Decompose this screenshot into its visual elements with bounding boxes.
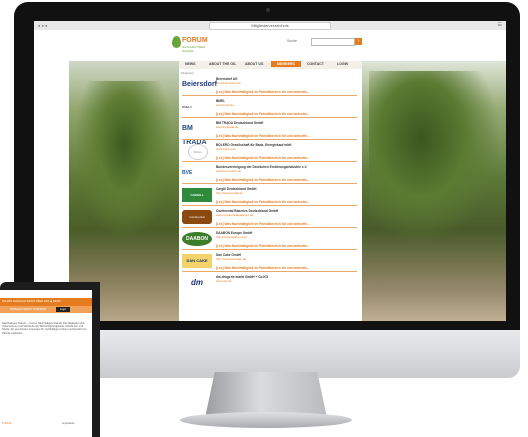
breadcrumb: Mitglieder (181, 71, 195, 75)
nav-login[interactable]: LOGIN (337, 62, 348, 66)
divider (182, 271, 357, 272)
laptop-body-text: Nachhaltiges Palmöl — Forum Nachhaltiges… (2, 322, 87, 335)
nav-members[interactable]: MEMBERS (271, 61, 301, 67)
list-item[interactable]: BMELV BMEL www.bmel.de [Lex] Was Nachhal… (182, 98, 357, 118)
member-link[interactable]: www.dm.de (216, 279, 232, 283)
member-statement-link[interactable]: [Lex] Was Nachhaltigkeit im Palmölbereic… (216, 90, 309, 94)
login-button[interactable]: Login (56, 307, 70, 312)
palm-fronds-left (74, 81, 174, 241)
list-item[interactable]: Continental Continental Bakeries Deutsch… (182, 208, 357, 228)
camera-icon (266, 8, 270, 12)
member-logo: Beiersdorf (182, 81, 218, 88)
divider (182, 95, 357, 96)
logo-subtitle: NACHHALTIGES PALMÖL (182, 45, 206, 53)
list-item[interactable]: Beiersdorf Beiersdorf AG www.beiersdorf.… (182, 76, 357, 96)
member-link[interactable]: www.bve-online.de (216, 169, 241, 173)
divider (182, 227, 357, 228)
member-logo: BM TRADA (182, 125, 207, 146)
list-item[interactable]: DAN CAKE Dan Cake GmbH http://www.dancak… (182, 252, 357, 272)
nav-about-oil[interactable]: ABOUT THE OIL (209, 62, 236, 66)
palm-fronds-right (369, 71, 499, 241)
laptop-footer-right[interactable]: Impressum (62, 422, 75, 425)
list-item[interactable]: dm dm-drogerie markt GmbH + Co.KG www.dm… (182, 274, 357, 294)
site-header (34, 30, 506, 61)
member-link[interactable]: www.beiersdorf.de (216, 81, 241, 85)
member-link[interactable]: www.bmel.de (216, 103, 234, 107)
site-logo[interactable]: FORUM NACHHALTIGES PALMÖL (172, 34, 208, 56)
search-label: Suche (287, 39, 297, 43)
laptop-subnav: NACHHALTIGKEIT FÖRDERN (0, 306, 92, 313)
member-logo: BMELV (182, 105, 192, 109)
member-logo: DAABON (182, 232, 212, 246)
laptop-footer-left: FORUM (2, 422, 12, 425)
member-statement-link[interactable]: [Lex] Was Nachhaltigkeit im Palmölbereic… (216, 222, 309, 226)
divider (182, 249, 357, 250)
laptop-nav-items[interactable]: PALMÖL NACHHALTIGKEIT ÜBER UNS ◉ NEWS (2, 300, 61, 303)
window-controls[interactable]: ● ● ● (38, 23, 47, 28)
drop-icon (172, 36, 181, 48)
member-link[interactable]: www.bolero.de (216, 147, 236, 151)
nav-news[interactable]: NEWS (185, 62, 196, 66)
list-item[interactable]: Bolero BOLERO Gesellschaft für Bank- Ene… (182, 142, 357, 162)
list-item[interactable]: BM TRADA BM TRADA Deutschland GmbH www.b… (182, 120, 357, 146)
member-logo: DAN CAKE (182, 254, 212, 268)
main-nav: NEWS ABOUT THE OIL ABOUT US MEMBERS CONT… (179, 61, 362, 69)
member-link[interactable]: www.bmtrada.de (216, 125, 238, 129)
search-input[interactable] (311, 38, 355, 46)
divider (182, 183, 357, 184)
member-statement-link[interactable]: [Lex] Was Nachhaltigkeit im Palmölbereic… (216, 156, 309, 160)
divider (182, 205, 357, 206)
list-item[interactable]: CARGILL Cargill Deutschland GmbH http://… (182, 186, 357, 206)
divider (182, 117, 357, 118)
member-statement-link[interactable]: [Lex] Was Nachhaltigkeit im Palmölbereic… (216, 244, 309, 248)
member-statement-link[interactable]: [Lex] Was Nachhaltigkeit im Palmölbereic… (216, 112, 309, 116)
list-item[interactable]: DAABON DAABON Europe GmbH http://www.daa… (182, 230, 357, 250)
laptop-screen: PALMÖL NACHHALTIGKEIT ÜBER UNS ◉ NEWS NA… (0, 290, 92, 437)
member-logo: BVE (182, 170, 193, 176)
laptop-subnav-label[interactable]: NACHHALTIGKEIT FÖRDERN (10, 308, 46, 311)
member-logo: Bolero (188, 144, 208, 160)
address-bar[interactable]: Mitgliederverzeichnis (209, 22, 331, 30)
member-link[interactable]: http://www.daabon.com (216, 235, 247, 239)
search-button[interactable]: › (355, 38, 362, 45)
menu-icon[interactable]: ☰ (498, 22, 502, 28)
member-logo: dm (191, 278, 203, 287)
nav-about-us[interactable]: ABOUT US (245, 62, 263, 66)
imac-screen: ● ● ● Mitgliederverzeichnis ☰ FORUM NACH… (34, 21, 506, 321)
member-link[interactable]: www.continentalbakeries.de (216, 213, 253, 217)
divider (182, 161, 357, 162)
nav-contact[interactable]: CONTACT (307, 62, 324, 66)
member-statement-link[interactable]: [Lex] Was Nachhaltigkeit im Palmölbereic… (216, 134, 309, 138)
laptop-nav: PALMÖL NACHHALTIGKEIT ÜBER UNS ◉ NEWS (0, 298, 92, 306)
logo-title: FORUM (182, 37, 208, 44)
list-item[interactable]: BVE Bundesvereinigung der Deutschen Ernä… (182, 164, 357, 184)
member-link[interactable]: http://www.cargill.de (216, 191, 243, 195)
imac-foot (180, 412, 352, 428)
member-logo: Continental (182, 210, 212, 224)
member-statement-link[interactable]: [Lex] Was Nachhaltigkeit im Palmölbereic… (216, 178, 309, 182)
member-logo: CARGILL (182, 188, 212, 202)
member-statement-link[interactable]: [Lex] Was Nachhaltigkeit im Palmölbereic… (216, 200, 309, 204)
member-statement-link[interactable]: [Lex] Was Nachhaltigkeit im Palmölbereic… (216, 266, 309, 270)
divider (182, 139, 357, 140)
member-link[interactable]: http://www.dancake.de (216, 257, 246, 261)
members-list: Mitglieder Beiersdorf Beiersdorf AG www.… (179, 69, 362, 321)
